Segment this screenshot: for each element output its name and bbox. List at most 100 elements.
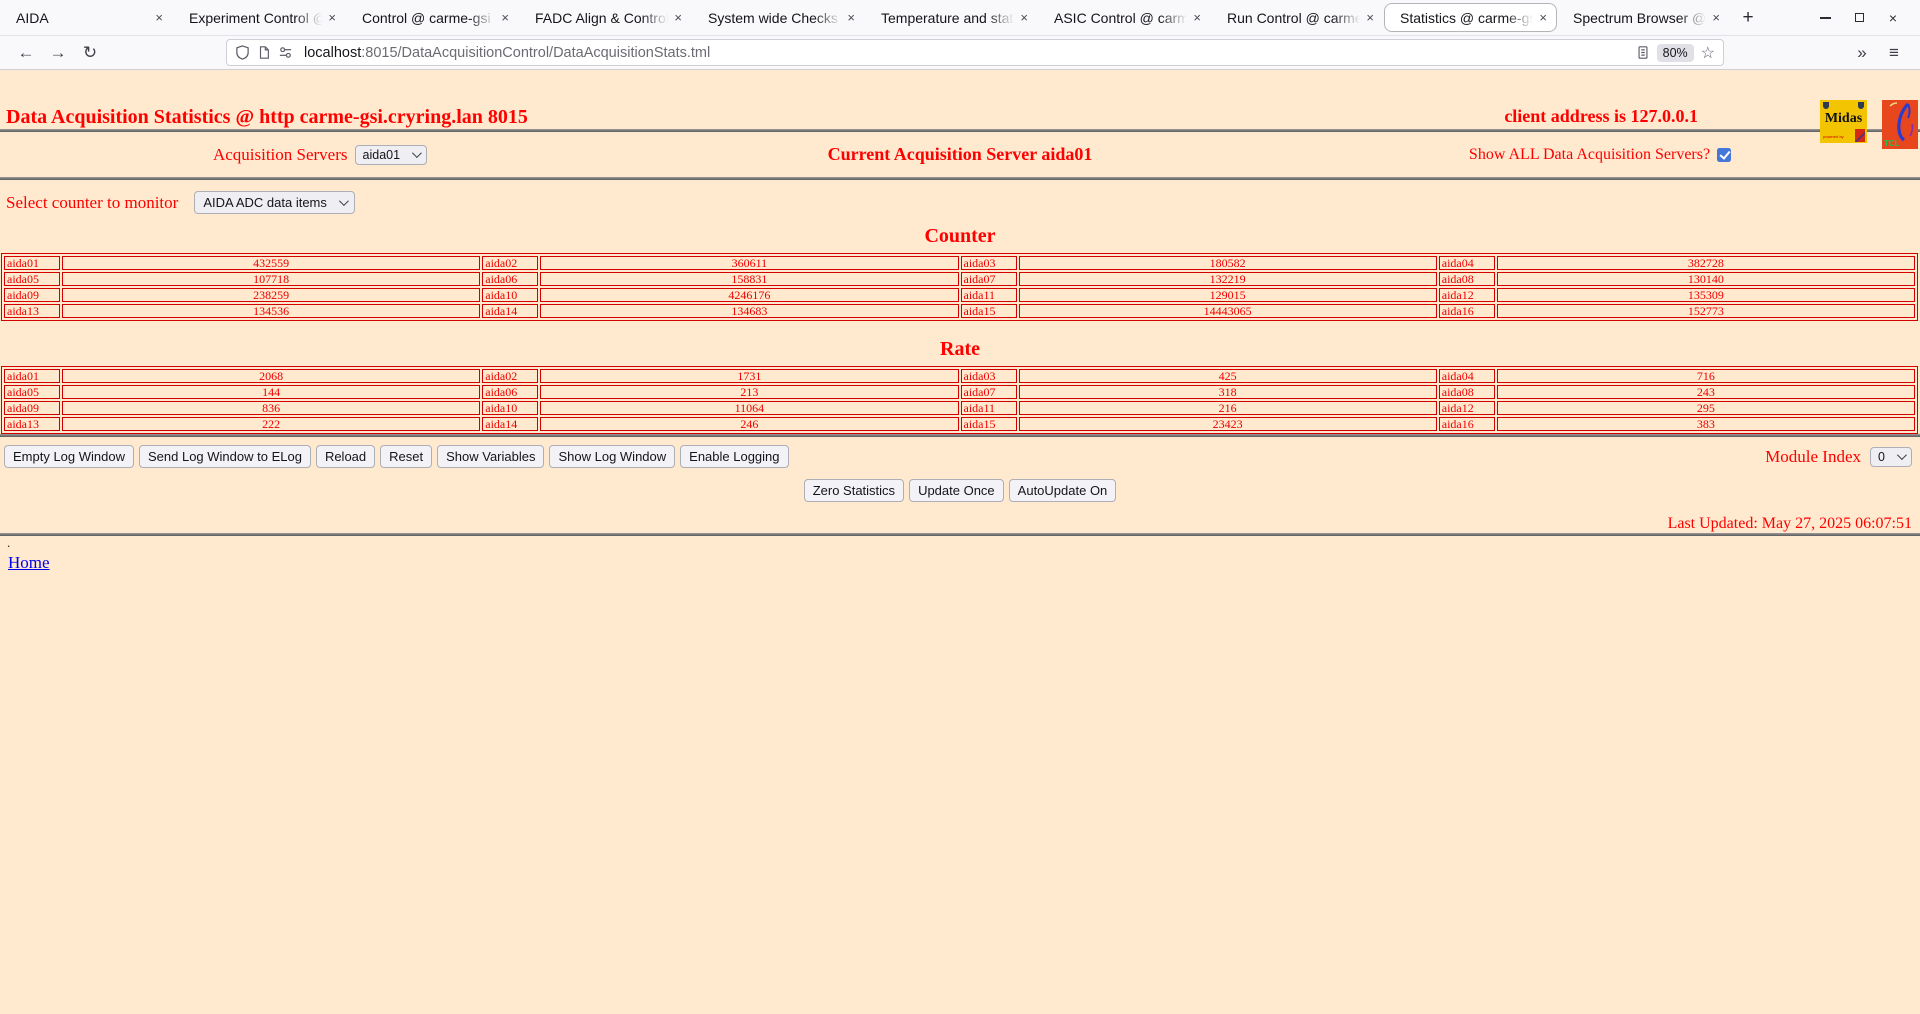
acquisition-server-selected-value: aida01 — [362, 147, 401, 162]
server-value-cell: 360611 — [540, 256, 959, 270]
server-name-cell: aida03 — [960, 256, 1017, 270]
forward-icon[interactable]: → — [42, 39, 74, 67]
server-name-cell: aida01 — [4, 256, 60, 270]
tab-close-icon[interactable]: × — [325, 11, 339, 24]
midas-logo-text: Midas — [1824, 111, 1863, 126]
server-name-cell: aida14 — [482, 304, 539, 318]
zero-statistics-button[interactable]: Zero Statistics — [803, 479, 905, 502]
server-value-cell: 132219 — [1018, 272, 1437, 286]
tab-run-control-carme[interactable]: Run Control @ carme × — [1211, 3, 1384, 32]
empty-log-window-button[interactable]: Empty Log Window — [4, 445, 134, 468]
tab-experiment-control[interactable]: Experiment Control @ × — [173, 3, 346, 32]
show-log-window-button[interactable]: Show Log Window — [549, 445, 676, 468]
server-name-cell: aida05 — [4, 272, 60, 286]
page-info-icon[interactable] — [257, 45, 271, 60]
server-value-cell: 432559 — [62, 256, 481, 270]
chevron-down-icon — [338, 196, 349, 207]
tab-aida[interactable]: AIDA × — [0, 3, 173, 32]
back-icon[interactable]: ← — [10, 39, 42, 67]
new-tab-button[interactable]: + — [1732, 0, 1764, 35]
close-window-icon[interactable]: × — [1880, 5, 1906, 31]
server-value-cell: 238259 — [62, 288, 481, 302]
app-menu-icon[interactable]: ≡ — [1878, 39, 1910, 67]
stats-row: aida09 238259 aida10 4246176 aida11 129015 aid… — [4, 288, 1915, 302]
bookmark-star-icon[interactable]: ☆ — [1701, 43, 1715, 63]
url-bar[interactable]: localhost:8015/DataAcquisitionControl/Da… — [226, 39, 1724, 66]
midas-logo-subtext: powered by — [1823, 134, 1844, 139]
server-name-cell: aida06 — [482, 272, 539, 286]
reset-button[interactable]: Reset — [380, 445, 433, 468]
tab-control-carme-gsi[interactable]: Control @ carme-gsi × — [346, 3, 519, 32]
tab-close-icon[interactable]: × — [498, 11, 512, 24]
permissions-icon[interactable] — [278, 45, 293, 60]
rate-table: aida01 2068 aida02 1731 aida03 425 aida04 716 ai… — [1, 366, 1918, 434]
counter-heading: Counter — [924, 225, 996, 247]
home-link[interactable]: Home — [8, 553, 50, 572]
tab-label: ASIC Control @ carm — [1054, 9, 1189, 26]
server-value-cell: 213 — [540, 385, 959, 399]
server-name-cell: aida13 — [4, 304, 60, 318]
module-index-selected-value: 0 — [1878, 449, 1885, 464]
zoom-level-badge[interactable]: 80% — [1656, 43, 1694, 62]
shield-icon[interactable] — [235, 45, 250, 60]
server-value-cell: 216 — [1018, 401, 1437, 415]
overflow-chevrons-icon[interactable]: » — [1846, 39, 1878, 67]
maximize-icon[interactable] — [1846, 5, 1872, 31]
tab-label: Run Control @ carme — [1227, 9, 1363, 26]
server-value-cell: 2068 — [62, 369, 481, 383]
counter-monitor-row: Select counter to monitor AIDA ADC data … — [0, 180, 1920, 216]
acquisition-server-select[interactable]: aida01 — [354, 144, 428, 165]
reload-icon[interactable]: ↻ — [74, 39, 106, 67]
acquisition-servers-label: Acquisition Servers — [212, 144, 348, 164]
server-name-cell: aida13 — [4, 417, 60, 431]
tab-close-icon[interactable]: × — [1017, 11, 1031, 24]
server-name-cell: aida14 — [482, 417, 539, 431]
module-index-select[interactable]: 0 — [1870, 446, 1912, 467]
tab-close-icon[interactable]: × — [1709, 11, 1723, 24]
server-name-cell: aida15 — [960, 417, 1017, 431]
tab-statistics-carme-gs[interactable]: Statistics @ carme-gs × — [1384, 3, 1557, 32]
server-name-cell: aida07 — [960, 272, 1017, 286]
tab-close-icon[interactable]: × — [1536, 11, 1550, 24]
autoupdate-on-button[interactable]: AutoUpdate On — [1008, 479, 1117, 502]
server-value-cell: 11064 — [540, 401, 959, 415]
tab-asic-control-carm[interactable]: ASIC Control @ carm × — [1038, 3, 1211, 32]
update-once-button[interactable]: Update Once — [909, 479, 1004, 502]
show-all-servers-label: Show ALL Data Acquisition Servers? — [1468, 145, 1711, 163]
tab-close-icon[interactable]: × — [152, 11, 166, 24]
enable-logging-button[interactable]: Enable Logging — [680, 445, 789, 468]
tab-label: Experiment Control @ — [189, 9, 326, 26]
tab-spectrum-browser[interactable]: Spectrum Browser @ × — [1557, 3, 1730, 32]
tab-fadc-align-control[interactable]: FADC Align & Control × — [519, 3, 692, 32]
acquisition-servers-row: Acquisition Servers aida01 Current Acqui… — [0, 132, 1920, 177]
server-name-cell: aida16 — [1438, 417, 1495, 431]
server-name-cell: aida10 — [482, 401, 539, 415]
server-value-cell: 318 — [1018, 385, 1437, 399]
show-all-servers-checkbox[interactable] — [1717, 147, 1732, 162]
show-variables-button[interactable]: Show Variables — [437, 445, 545, 468]
midas-shield-icon — [1858, 102, 1864, 109]
server-name-cell: aida11 — [960, 401, 1017, 415]
server-name-cell: aida15 — [960, 304, 1017, 318]
server-value-cell: 135309 — [1496, 288, 1915, 302]
server-value-cell: 836 — [62, 401, 481, 415]
tab-label: System wide Checks ( — [708, 9, 845, 26]
send-log-window-to-elog-button[interactable]: Send Log Window to ELog — [139, 445, 311, 468]
tab-system-wide-checks[interactable]: System wide Checks (× — [692, 3, 865, 32]
midas-logo[interactable]: Midas powered by — [1820, 100, 1867, 143]
reload-button[interactable]: Reload — [315, 445, 376, 468]
tab-close-icon[interactable]: × — [1190, 11, 1204, 24]
tab-close-icon[interactable]: × — [671, 11, 685, 24]
tcl-logo[interactable]: TCL — [1882, 100, 1918, 149]
counter-monitor-select[interactable]: AIDA ADC data items — [194, 191, 355, 214]
tab-temperature-and-stat[interactable]: Temperature and stat × — [865, 3, 1038, 32]
tab-close-icon[interactable]: × — [844, 11, 858, 24]
server-value-cell: 425 — [1018, 369, 1437, 383]
reader-mode-icon[interactable] — [1636, 45, 1650, 60]
server-value-cell: 152773 — [1496, 304, 1915, 318]
page-title: Data Acquisition Statistics @ http carme… — [6, 106, 528, 128]
counter-table: aida01 432559 aida02 360611 aida03 180582 aida… — [1, 253, 1918, 321]
minimize-icon[interactable] — [1812, 5, 1838, 31]
tab-close-icon[interactable]: × — [1363, 11, 1377, 24]
counter-monitor-selected-value: AIDA ADC data items — [203, 195, 327, 210]
